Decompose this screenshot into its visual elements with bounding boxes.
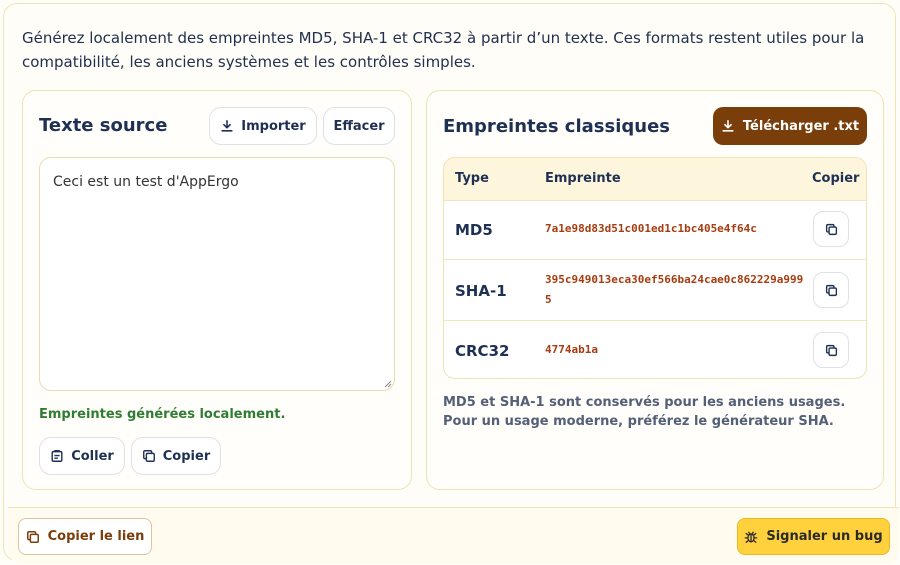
row-type: SHA-1 [455,282,507,300]
bug-icon [745,531,758,543]
copy-icon [26,530,39,543]
footer-bar: Copier le lien Signaler un bug [8,507,899,564]
clipboard-icon [51,450,63,462]
app-frame: Générez localement des empreintes MD5, S… [3,3,899,564]
table-row-sha1: SHA-1 395c949013eca30ef566ba24cae0c86222… [444,260,866,321]
column-type: Type [455,171,489,186]
clear-button[interactable]: Effacer [323,107,395,145]
report-bug-label: Signaler un bug [766,529,883,544]
status-message: Empreintes générées localement. [39,407,286,422]
download-icon [722,119,734,132]
hashes-title: Empreintes classiques [443,116,671,137]
copy-icon [142,450,155,462]
table-header: Type Empreinte Copier [444,158,866,201]
source-title: Texte source [39,115,168,136]
import-button[interactable]: Importer [209,107,317,145]
import-label: Importer [241,118,306,134]
legacy-note: MD5 et SHA-1 sont conservés pour les anc… [443,395,846,429]
download-icon [221,119,233,132]
paste-button[interactable]: Coller [39,437,125,475]
intro-text: Générez localement des empreintes MD5, S… [22,29,865,71]
column-hash: Empreinte [545,171,621,186]
copy-source-button[interactable]: Copier [131,437,221,475]
hashes-panel: Empreintes classiques Télécharger .txt T… [426,90,884,490]
resize-grip-icon[interactable] [382,378,392,388]
hash-table: Type Empreinte Copier MD5 7a1e98d83d51c0… [443,157,867,379]
row-hash: 395c949013eca30ef566ba24cae0c862229a9995 [545,273,804,306]
copy-source-label: Copier [162,448,211,464]
copy-sha1-button[interactable] [813,272,849,308]
clear-label: Effacer [333,118,385,134]
source-panel: Texte source Importer Effacer Empreintes… [22,90,412,490]
report-bug-button[interactable]: Signaler un bug [737,518,890,555]
column-copy: Copier [812,171,860,186]
row-hash: 7a1e98d83d51c001ed1c1bc405e4f64c [545,222,757,235]
copy-link-label: Copier le lien [47,529,145,544]
download-label: Télécharger .txt [742,118,860,134]
row-type: CRC32 [455,342,510,360]
copy-icon [825,344,837,356]
copy-icon [825,284,837,296]
copy-crc32-button[interactable] [813,332,849,368]
row-hash: 4774ab1a [545,343,598,356]
source-textarea[interactable] [39,157,395,391]
paste-label: Coller [71,448,114,464]
row-type: MD5 [455,221,493,239]
copy-link-button[interactable]: Copier le lien [18,518,152,555]
download-txt-button[interactable]: Télécharger .txt [713,107,867,145]
copy-icon [825,223,837,235]
table-row-md5: MD5 7a1e98d83d51c001ed1c1bc405e4f64c [444,200,866,260]
table-row-crc32: CRC32 4774ab1a [444,321,866,378]
copy-md5-button[interactable] [813,211,849,247]
